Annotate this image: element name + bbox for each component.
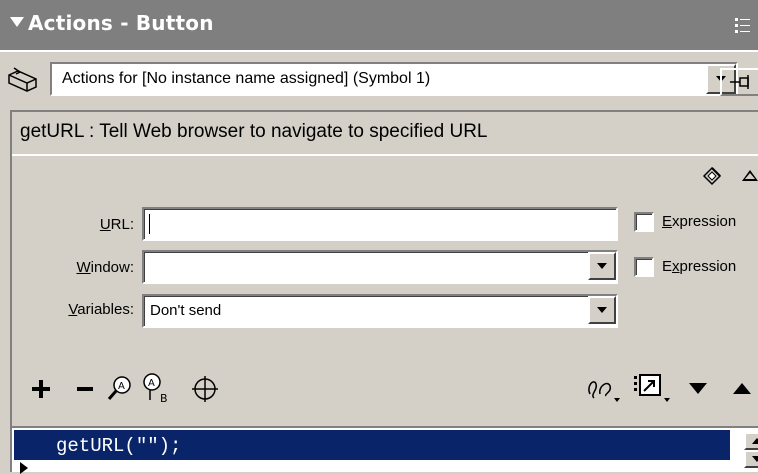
expression-label-window[interactable]: Expression bbox=[662, 258, 736, 275]
replace-icon[interactable]: A B bbox=[140, 372, 174, 404]
add-icon[interactable] bbox=[30, 378, 52, 400]
variables-dropdown-button[interactable] bbox=[588, 296, 616, 324]
url-label: URL: bbox=[99, 216, 134, 233]
panel-title: Actions - Button bbox=[28, 11, 214, 35]
reference-help-icon[interactable] bbox=[700, 164, 724, 188]
view-options-icon[interactable] bbox=[632, 372, 674, 404]
action-description: getURL : Tell Web browser to navigate to… bbox=[12, 110, 758, 156]
chevron-down-icon bbox=[752, 456, 758, 462]
triangle-down-icon[interactable] bbox=[10, 17, 24, 27]
button-symbol-icon bbox=[8, 67, 37, 92]
expression-checkbox-url[interactable] bbox=[634, 212, 654, 232]
window-dropdown-button[interactable] bbox=[588, 252, 616, 280]
current-line-arrow-icon bbox=[20, 462, 28, 474]
remove-icon[interactable] bbox=[74, 378, 96, 400]
collapse-params-icon[interactable] bbox=[742, 170, 758, 181]
chevron-down-icon bbox=[597, 263, 607, 269]
chevron-down-icon bbox=[597, 307, 607, 313]
actions-for-dropdown[interactable]: Actions for [No instance name assigned] … bbox=[50, 62, 738, 96]
variables-label: Variables: bbox=[68, 301, 134, 318]
move-up-icon[interactable] bbox=[730, 378, 754, 400]
variables-value: Don't send bbox=[150, 302, 222, 319]
code-line-selected[interactable]: getURL(""); bbox=[14, 430, 730, 460]
text-caret bbox=[149, 214, 150, 234]
window-combo[interactable] bbox=[142, 250, 618, 284]
pin-button[interactable] bbox=[720, 68, 758, 96]
actions-for-label: Actions for [No instance name assigned] … bbox=[62, 70, 431, 87]
description-text: getURL : Tell Web browser to navigate to… bbox=[20, 121, 488, 142]
window-label: Window: bbox=[76, 259, 134, 276]
scroll-down-button[interactable] bbox=[744, 450, 758, 468]
expression-checkbox-window[interactable] bbox=[634, 257, 654, 277]
expression-label-url[interactable]: Expression bbox=[662, 213, 736, 230]
variables-select[interactable]: Don't send bbox=[142, 294, 618, 328]
chevron-up-icon bbox=[752, 438, 758, 444]
panel-options-icon[interactable] bbox=[734, 14, 752, 36]
code-line-text: getURL(""); bbox=[56, 435, 182, 457]
divider bbox=[0, 50, 758, 52]
url-input[interactable] bbox=[142, 207, 618, 241]
move-down-icon[interactable] bbox=[686, 378, 710, 400]
insert-target-path-icon[interactable] bbox=[190, 374, 220, 404]
actions-for-row: Actions for [No instance name assigned] … bbox=[0, 58, 758, 102]
find-icon[interactable]: A bbox=[106, 374, 134, 402]
pin-icon bbox=[730, 75, 749, 89]
panel-left-border bbox=[0, 110, 10, 472]
script-pane[interactable]: getURL(""); bbox=[12, 426, 758, 474]
debug-options-icon[interactable] bbox=[584, 372, 624, 404]
scroll-up-button[interactable] bbox=[744, 432, 758, 450]
svg-text:A: A bbox=[148, 378, 155, 389]
panel-left-line bbox=[10, 110, 12, 472]
panel-title-bar[interactable]: Actions - Button bbox=[0, 0, 758, 50]
svg-text:B: B bbox=[160, 392, 168, 404]
svg-text:A: A bbox=[118, 381, 125, 392]
